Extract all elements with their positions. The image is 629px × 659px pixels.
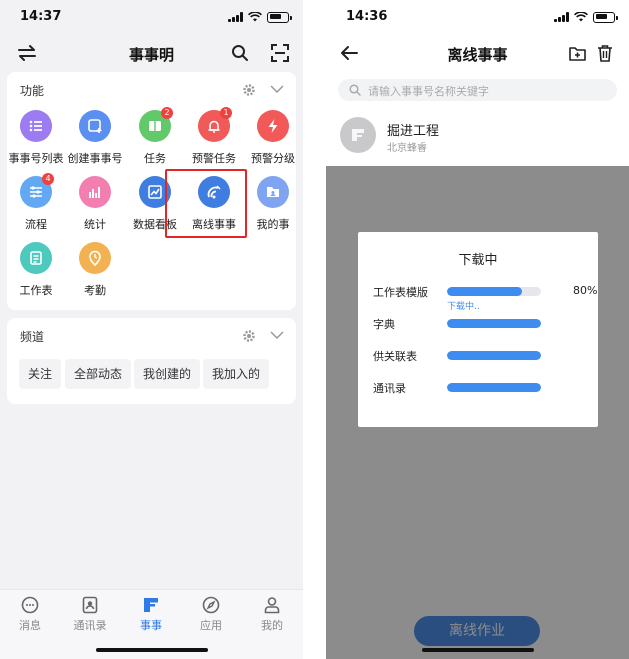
app-tile[interactable]: 我的事: [242, 176, 303, 238]
list-icon: [20, 110, 52, 142]
progress-fill: [447, 351, 541, 360]
create-icon: [79, 110, 111, 142]
gear-icon[interactable]: [242, 83, 256, 97]
functions-card: 功能 事事号列表 创建事事号 2 任务 1 预警任务 预警分级 4 流程 统计 数据看板 离线事事 我的…: [7, 72, 296, 310]
search-placeholder: 请输入事事号名称关键字: [368, 85, 489, 98]
contacts-icon: [81, 596, 99, 614]
channel-chip-created[interactable]: 我创建的: [134, 359, 201, 389]
home-indicator: [96, 648, 208, 652]
channel-chip-joined[interactable]: 我加入的: [203, 359, 270, 389]
signal-icon: [554, 12, 569, 22]
progress-percent: 80%: [573, 284, 598, 297]
project-logo: [340, 117, 376, 153]
chevron-down-icon[interactable]: [270, 330, 284, 340]
battery-icon: [267, 11, 292, 23]
notification-badge: 1: [220, 107, 232, 119]
progress-bar: [447, 287, 541, 296]
tab-label: 消息: [19, 619, 41, 632]
status-icons: [554, 11, 618, 23]
app-tile[interactable]: 预警分级: [242, 110, 303, 172]
battery-icon: [593, 11, 618, 23]
project-subtitle: 北京蜂睿: [387, 143, 427, 154]
tab-item[interactable]: 我的: [242, 594, 302, 634]
status-time: 14:37: [20, 9, 62, 24]
my-items-icon: [257, 176, 289, 208]
notification-badge: 4: [42, 173, 54, 185]
highlight-box: [165, 169, 247, 238]
trash-icon[interactable]: [594, 42, 616, 64]
dialog-title: 下载中: [458, 253, 498, 268]
channel-chip-all[interactable]: 全部动态: [65, 359, 132, 389]
status-bar: 14:37: [0, 0, 303, 34]
app-tile[interactable]: 考勤: [64, 242, 126, 304]
project-name[interactable]: 掘进工程: [387, 120, 439, 139]
chevron-down-icon[interactable]: [270, 84, 284, 94]
page-title: 事事明: [128, 46, 174, 64]
lightning-icon: [257, 110, 289, 142]
tab-label: 应用: [200, 619, 222, 632]
tab-item[interactable]: 消息: [0, 594, 60, 634]
download-dialog: 下载中 工作表模版 80% 下载中.. 字典供关联表通讯录: [358, 232, 598, 427]
app-label: 预警分级: [251, 152, 295, 165]
search-icon: [349, 84, 361, 96]
offline-screen: 14:36 离线事事 请输入事事号名称关键字 掘进工程 北京蜂睿 离线作业 下载…: [326, 0, 629, 659]
channel-chip-follow[interactable]: 关注: [19, 359, 62, 389]
progress-bar: [447, 319, 541, 328]
download-label: 通讯录: [373, 382, 406, 395]
app-label: 考勤: [84, 284, 106, 297]
download-row: 工作表模版 80% 下载中..: [373, 284, 597, 312]
status-time: 14:36: [346, 9, 388, 24]
progress-bar: [447, 383, 541, 392]
tab-label: 事事: [140, 619, 162, 632]
progress-fill: [447, 383, 541, 392]
attendance-icon: [79, 242, 111, 274]
status-icons: [228, 11, 292, 23]
search-input[interactable]: 请输入事事号名称关键字: [338, 79, 617, 101]
download-row: 通讯录: [373, 380, 588, 400]
tab-label: 我的: [261, 619, 283, 632]
home-indicator: [422, 648, 534, 652]
app-tile[interactable]: 创建事事号: [64, 110, 126, 172]
message-icon: [21, 596, 39, 614]
add-folder-icon[interactable]: [566, 42, 588, 64]
progress-fill: [447, 287, 523, 296]
tab-item[interactable]: 事事: [121, 594, 181, 634]
channels-title: 频道: [20, 330, 45, 344]
download-row: 字典: [373, 316, 588, 336]
signal-icon: [228, 12, 243, 22]
worksheet-icon: [20, 242, 52, 274]
app-tile[interactable]: 统计: [64, 176, 126, 238]
channels-card: 频道 关注 全部动态 我创建的 我加入的: [7, 318, 296, 404]
download-label: 工作表模版: [373, 286, 428, 299]
compass-icon: [202, 596, 220, 614]
tab-item[interactable]: 通讯录: [60, 594, 120, 634]
download-label: 字典: [373, 318, 395, 331]
progress-status: 下载中..: [447, 302, 480, 312]
wifi-icon: [574, 12, 588, 22]
tab-item[interactable]: 应用: [181, 594, 241, 634]
top-nav: 离线事事: [326, 34, 629, 72]
tab-bar: 消息 通讯录 事事 应用 我的: [0, 589, 303, 659]
statistics-icon: [79, 176, 111, 208]
scan-icon[interactable]: [269, 42, 291, 64]
wifi-icon: [248, 12, 262, 22]
notification-badge: 2: [161, 107, 173, 119]
shishi-icon: [142, 596, 160, 614]
download-row: 供关联表: [373, 348, 588, 368]
profile-icon: [263, 596, 281, 614]
search-icon[interactable]: [229, 42, 251, 64]
progress-bar: [447, 351, 541, 360]
functions-title: 功能: [20, 84, 45, 98]
progress-fill: [447, 319, 541, 328]
top-nav: 事事明: [0, 34, 303, 72]
status-bar: 14:36: [326, 0, 629, 34]
home-screen: 14:37 事事明 功能 事事号列表 创建事事号 2 任务 1 预警任务 预警分级 4 流程 统计…: [0, 0, 303, 659]
tab-label: 通讯录: [73, 619, 107, 632]
download-label: 供关联表: [373, 350, 417, 363]
gear-icon[interactable]: [242, 329, 256, 343]
